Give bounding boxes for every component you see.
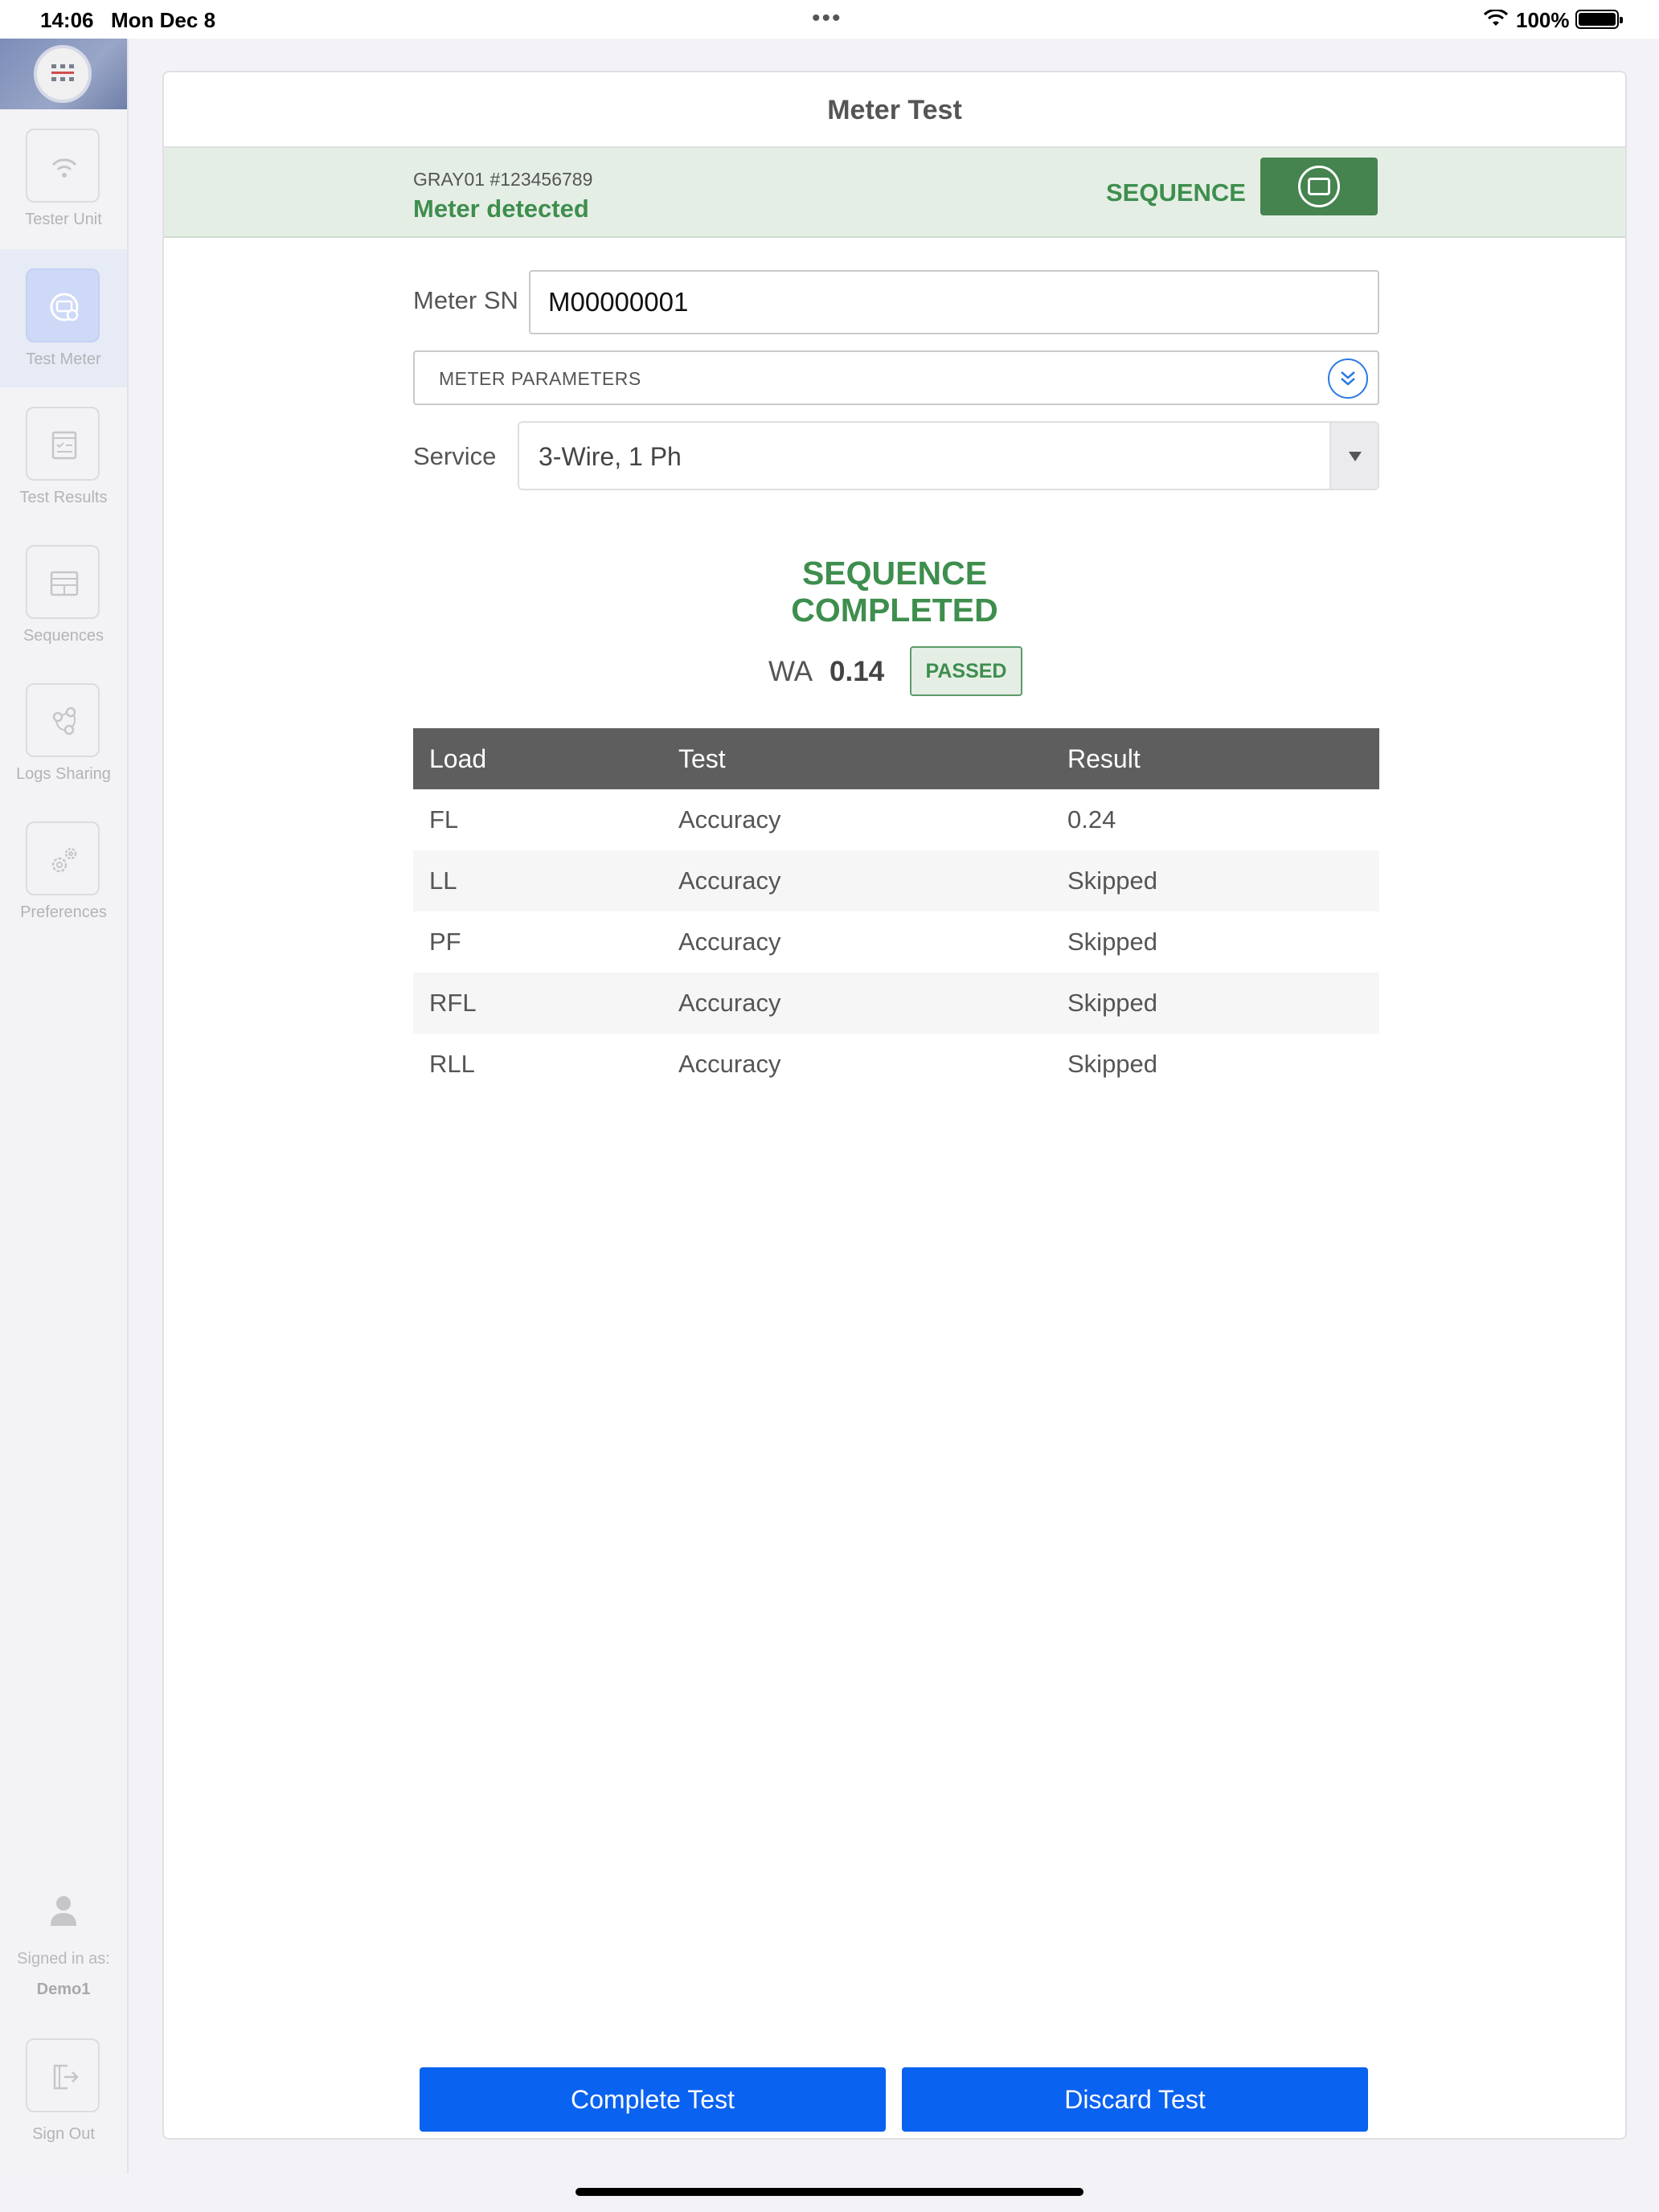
- sequence-status: SEQUENCE COMPLETED: [164, 555, 1625, 629]
- complete-test-button[interactable]: Complete Test: [420, 2067, 886, 2132]
- test-cell: Accuracy: [662, 973, 1051, 1034]
- detection-banner: GRAY01 #123456789 Meter detected SEQUENC…: [164, 148, 1625, 238]
- table-row: PF Accuracy Skipped: [413, 911, 1379, 973]
- status-bar: 14:06 Mon Dec 8 ••• 100%: [0, 0, 1659, 39]
- sidebar-item-tester-unit[interactable]: Tester Unit: [0, 109, 127, 248]
- column-header: Load: [413, 728, 662, 789]
- result-cell: 0.24: [1067, 805, 1116, 834]
- user-icon: [51, 1896, 76, 1926]
- meter-icon: [1298, 166, 1340, 207]
- result-cell: Skipped: [1051, 973, 1379, 1034]
- sequences-icon: [50, 571, 79, 596]
- meter-parameters-toggle[interactable]: METER PARAMETERS: [413, 350, 1379, 405]
- service-label: Service: [413, 442, 497, 470]
- logo-icon: [34, 45, 92, 103]
- sidebar-item-test-results[interactable]: Test Results: [0, 387, 127, 526]
- load-cell: LL: [413, 850, 662, 911]
- table-header-row: Load Test Result: [413, 728, 1379, 789]
- test-cell: Accuracy: [678, 928, 781, 956]
- results-table: Load Test Result FL Accuracy 0.24 LL Acc…: [413, 728, 1379, 1095]
- sidebar-item-preferences[interactable]: Preferences: [0, 802, 127, 940]
- load-cell: PF: [429, 928, 461, 956]
- home-indicator[interactable]: [576, 2188, 1083, 2196]
- device-id: GRAY01 #123456789: [413, 169, 593, 190]
- sequence-label: SEQUENCE: [1106, 178, 1246, 207]
- result-cell: Skipped: [1051, 850, 1379, 911]
- wifi-status-icon: [1484, 10, 1508, 26]
- detection-status: Meter detected: [413, 195, 589, 223]
- meter-parameters-label: METER PARAMETERS: [439, 368, 641, 389]
- table-row: RLL Accuracy Skipped: [413, 1034, 1379, 1095]
- sidebar-item-label: Tester Unit: [25, 211, 102, 228]
- wa-value: 0.14: [830, 656, 885, 687]
- result-cell: Skipped: [1067, 1050, 1158, 1078]
- load-cell: RLL: [429, 1050, 475, 1078]
- status-time: 14:06: [40, 8, 94, 32]
- gear-icon: [51, 847, 77, 873]
- status-date: Mon Dec 8: [111, 8, 216, 32]
- sequence-status-line1: SEQUENCE: [801, 555, 988, 592]
- app-logo: [0, 39, 127, 109]
- test-cell: Accuracy: [678, 805, 781, 834]
- expand-chevron-icon[interactable]: [1328, 358, 1368, 399]
- sidebar-item-test-meter[interactable]: Test Meter: [0, 249, 127, 387]
- meter-sn-label: Meter SN: [413, 286, 518, 314]
- battery-icon: [1575, 10, 1623, 29]
- dropdown-arrow-icon[interactable]: [1329, 423, 1378, 489]
- sidebar-item-label: Test Results: [19, 489, 108, 506]
- wa-label: WA: [768, 656, 813, 687]
- sidebar-item-sequences[interactable]: Sequences: [0, 526, 127, 664]
- table-row: LL Accuracy Skipped: [413, 850, 1379, 911]
- sequence-status-line2: COMPLETED: [791, 592, 998, 629]
- service-select[interactable]: 3-Wire, 1 Ph: [518, 421, 1379, 490]
- sign-out-icon: [53, 2064, 79, 2090]
- test-cell: Accuracy: [662, 850, 1051, 911]
- signed-in-label: Signed in as:: [17, 1950, 110, 1968]
- meter-icon: [50, 293, 79, 322]
- sequence-button[interactable]: [1260, 158, 1378, 215]
- sidebar-item-label: Preferences: [20, 903, 107, 921]
- result-cell: Skipped: [1067, 928, 1158, 956]
- sidebar-item-label: Logs Sharing: [16, 765, 111, 783]
- column-header: Result: [1051, 728, 1379, 789]
- discard-test-button[interactable]: Discard Test: [902, 2067, 1368, 2132]
- load-cell: FL: [429, 805, 459, 834]
- load-cell: RFL: [413, 973, 662, 1034]
- multitask-dots-icon[interactable]: •••: [812, 5, 842, 32]
- page-title: Meter Test: [164, 72, 1625, 148]
- status-badge: PASSED: [910, 646, 1022, 696]
- wifi-icon: [51, 158, 77, 178]
- meter-sn-input[interactable]: [529, 270, 1379, 334]
- service-value: 3-Wire, 1 Ph: [539, 442, 682, 471]
- sidebar: Tester Unit Test Meter Test Results Sequ…: [0, 39, 129, 2173]
- signed-in-user: Demo1: [36, 1981, 91, 1998]
- test-cell: Accuracy: [678, 1050, 781, 1078]
- sign-out-label: Sign Out: [32, 2125, 95, 2143]
- column-header: Test: [662, 728, 1051, 789]
- sidebar-item-logs-sharing[interactable]: Logs Sharing: [0, 664, 127, 802]
- sign-out-button[interactable]: [26, 2038, 100, 2112]
- sidebar-item-label: Test Meter: [26, 350, 101, 368]
- table-row: RFL Accuracy Skipped: [413, 973, 1379, 1034]
- table-row: FL Accuracy 0.24: [413, 789, 1379, 850]
- sidebar-item-label: Sequences: [23, 627, 104, 645]
- battery-percent: 100%: [1516, 8, 1570, 32]
- results-icon: [51, 431, 77, 460]
- meter-test-card: Meter Test GRAY01 #123456789 Meter detec…: [162, 71, 1627, 2140]
- share-icon: [52, 707, 76, 735]
